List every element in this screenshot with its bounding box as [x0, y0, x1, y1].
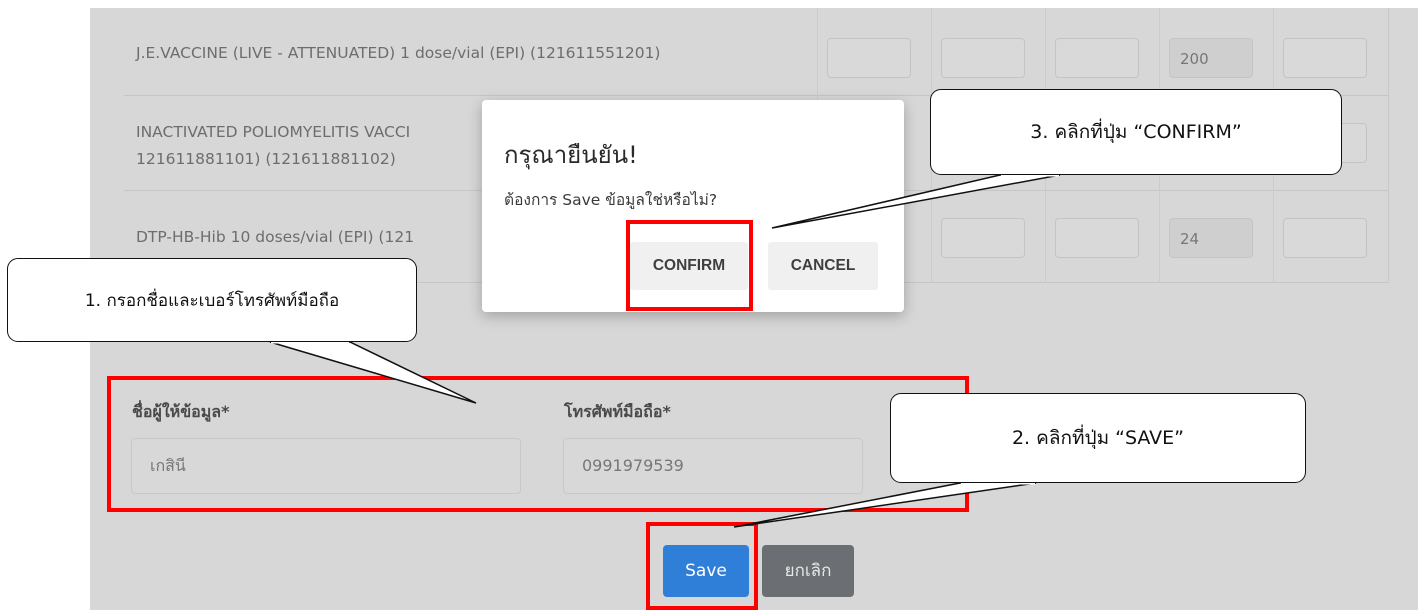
step3-callout: 3. คลิกที่ปุ่ม “CONFIRM”: [930, 89, 1342, 175]
step3-text: 3. คลิกที่ปุ่ม “CONFIRM”: [1030, 121, 1242, 143]
step1-callout: 1. กรอกชื่อและเบอร์โทรศัพท์มือถือ: [7, 258, 417, 342]
step2-text: 2. คลิกที่ปุ่ม “SAVE”: [1011, 427, 1185, 449]
step1-text: 1. กรอกชื่อและเบอร์โทรศัพท์มือถือ: [84, 290, 340, 311]
step2-callout: 2. คลิกที่ปุ่ม “SAVE”: [890, 393, 1306, 483]
